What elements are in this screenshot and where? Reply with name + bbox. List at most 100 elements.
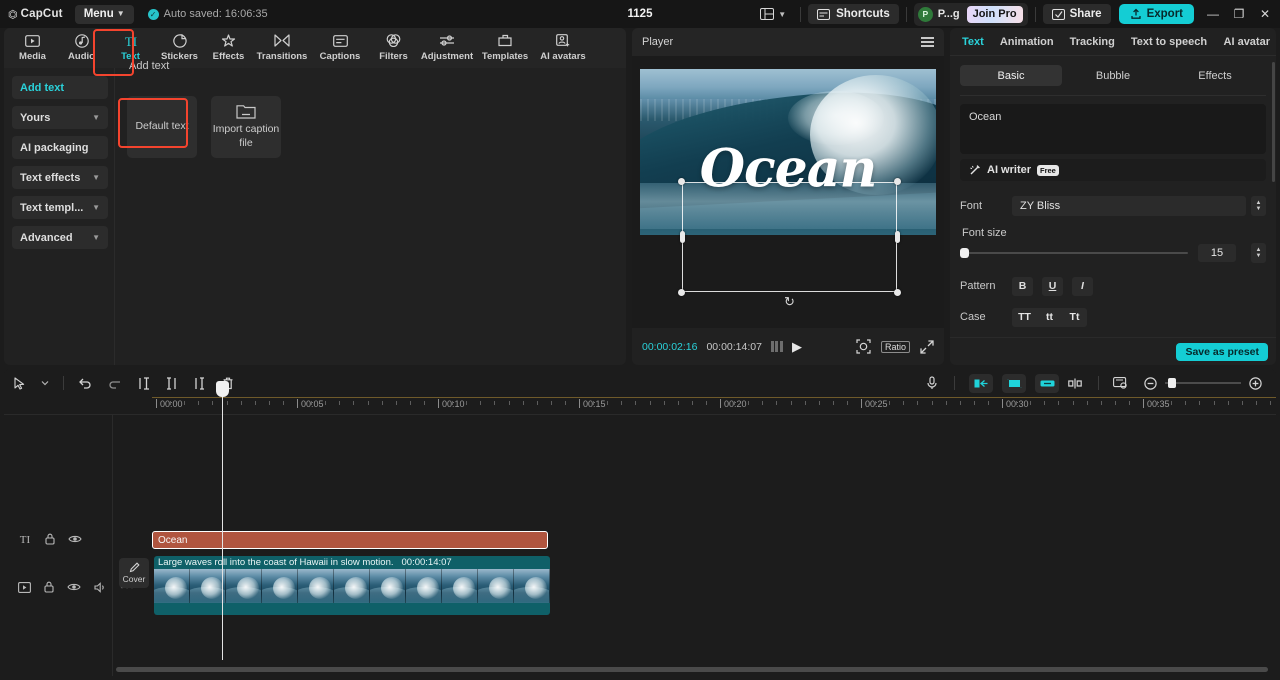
- case-group: TT tt Tt: [1012, 308, 1087, 327]
- save-as-preset-button[interactable]: Save as preset: [1176, 343, 1268, 361]
- redo-icon[interactable]: [108, 377, 122, 389]
- close-button[interactable]: ✕: [1252, 0, 1278, 28]
- category-text-templates[interactable]: Text templ... ▼: [12, 196, 108, 219]
- handle-bottom-right[interactable]: [894, 289, 901, 296]
- segment-bubble[interactable]: Bubble: [1062, 65, 1164, 86]
- text-content-input[interactable]: Ocean: [960, 104, 1266, 154]
- right-panel-scrollbar[interactable]: [1272, 62, 1275, 182]
- font-size-value[interactable]: 15: [1198, 244, 1236, 262]
- layout-button[interactable]: ▼: [753, 4, 793, 24]
- timeline-ruler[interactable]: 00:0000:0500:1000:1500:2000:2500:3000:35: [4, 397, 1276, 415]
- handle-middle-left[interactable]: [680, 231, 685, 243]
- category-advanced[interactable]: Advanced ▼: [12, 226, 108, 249]
- bold-button[interactable]: B: [1012, 277, 1033, 296]
- segment-effects[interactable]: Effects: [1164, 65, 1266, 86]
- font-stepper[interactable]: ▲▼: [1251, 196, 1266, 216]
- player-controls: 00:00:02:16 00:00:14:07 ▶ Ratio: [632, 328, 944, 365]
- preview-thumbnail-icon[interactable]: [1113, 377, 1128, 389]
- volume-icon[interactable]: [94, 582, 107, 593]
- frame-grid-icon[interactable]: [771, 341, 783, 352]
- zoom-fit-icon[interactable]: [856, 339, 871, 354]
- eye-icon[interactable]: [67, 582, 81, 592]
- tab-text-to-speech[interactable]: Text to speech: [1131, 36, 1207, 48]
- select-tool-icon[interactable]: [14, 377, 25, 390]
- zoom-slider-knob[interactable]: [1168, 378, 1176, 388]
- import-caption-file-card[interactable]: Import caption file: [211, 96, 281, 158]
- font-select[interactable]: ZY Bliss: [1012, 196, 1246, 216]
- trim-left-icon[interactable]: [166, 377, 178, 390]
- zoom-out-icon[interactable]: [1144, 377, 1157, 390]
- tab-ai-avatars[interactable]: AI avatars: [534, 28, 592, 62]
- handle-bottom-left[interactable]: [678, 289, 685, 296]
- handle-top-left[interactable]: [678, 178, 685, 185]
- tab-audio[interactable]: Audio: [57, 28, 106, 62]
- lock-icon[interactable]: [45, 533, 55, 545]
- undo-icon[interactable]: [78, 377, 92, 389]
- menu-button[interactable]: Menu ▼: [75, 5, 134, 24]
- tab-tracking[interactable]: Tracking: [1070, 36, 1115, 48]
- text-clip[interactable]: Ocean: [152, 531, 548, 549]
- maximize-button[interactable]: ❐: [1226, 0, 1252, 28]
- lock-icon[interactable]: [44, 581, 54, 593]
- profile-chip[interactable]: P P...g Join Pro: [914, 3, 1028, 26]
- tab-media[interactable]: Media: [8, 28, 57, 62]
- playhead[interactable]: [222, 390, 223, 660]
- default-text-card[interactable]: Default text: [127, 96, 197, 158]
- category-add-text[interactable]: Add text: [12, 76, 108, 99]
- auto-cut-middle-button[interactable]: [1002, 374, 1026, 393]
- player-menu-icon[interactable]: [921, 37, 934, 47]
- tab-animation[interactable]: Animation: [1000, 36, 1054, 48]
- category-ai-packaging[interactable]: AI packaging: [12, 136, 108, 159]
- handle-middle-right[interactable]: [895, 231, 900, 243]
- tab-adjustment[interactable]: Adjustment: [418, 28, 476, 62]
- segment-basic[interactable]: Basic: [960, 65, 1062, 86]
- category-yours[interactable]: Yours ▼: [12, 106, 108, 129]
- tab-transitions[interactable]: Transitions: [253, 28, 311, 62]
- titlecase-button[interactable]: Tt: [1062, 308, 1087, 327]
- lowercase-button[interactable]: tt: [1037, 308, 1062, 327]
- mirror-icon[interactable]: [1068, 378, 1082, 389]
- tab-templates[interactable]: Templates: [476, 28, 534, 62]
- eye-icon[interactable]: [68, 534, 82, 544]
- ai-writer-button[interactable]: AI writer Free: [960, 159, 1266, 181]
- captions-icon: [333, 32, 348, 49]
- tab-text-properties[interactable]: Text: [962, 36, 984, 48]
- underline-button[interactable]: U: [1042, 277, 1063, 296]
- video-clip[interactable]: Large waves roll into the coast of Hawai…: [154, 556, 550, 615]
- tab-text[interactable]: TI Text: [106, 28, 155, 62]
- handle-top-right[interactable]: [894, 178, 901, 185]
- cover-button[interactable]: Cover: [119, 558, 149, 588]
- timeline-zoom-slider[interactable]: [1165, 382, 1241, 384]
- select-tool-dropdown-icon[interactable]: [41, 380, 49, 386]
- tab-captions[interactable]: Captions: [311, 28, 369, 62]
- fullscreen-icon[interactable]: [920, 340, 934, 354]
- italic-button[interactable]: I: [1072, 277, 1093, 296]
- text-selection-box[interactable]: ↻: [682, 182, 897, 292]
- ratio-button[interactable]: Ratio: [881, 341, 910, 353]
- record-voiceover-icon[interactable]: [926, 376, 938, 390]
- font-size-stepper[interactable]: ▲▼: [1251, 243, 1266, 263]
- rotate-handle-icon[interactable]: ↻: [784, 294, 795, 310]
- play-button[interactable]: ▶: [792, 339, 802, 355]
- auto-cut-end-button[interactable]: [1035, 374, 1059, 393]
- category-text-effects[interactable]: Text effects ▼: [12, 166, 108, 189]
- shortcuts-button[interactable]: Shortcuts: [808, 4, 899, 24]
- timeline-horizontal-scrollbar[interactable]: [116, 667, 1268, 672]
- tab-effects[interactable]: Effects: [204, 28, 253, 62]
- font-size-slider[interactable]: [960, 252, 1188, 254]
- playhead-knob[interactable]: [216, 381, 229, 397]
- current-time: 00:00:02:16: [642, 341, 697, 353]
- join-pro-badge[interactable]: Join Pro: [967, 6, 1023, 23]
- tab-stickers[interactable]: Stickers: [155, 28, 204, 62]
- tab-ai-avatar[interactable]: AI avatar: [1224, 36, 1270, 48]
- split-icon[interactable]: [138, 377, 150, 390]
- minimize-button[interactable]: —: [1200, 0, 1226, 28]
- trim-right-icon[interactable]: [194, 377, 206, 390]
- slider-knob[interactable]: [960, 248, 969, 258]
- tab-filters[interactable]: Filters: [369, 28, 418, 62]
- auto-cut-start-button[interactable]: [969, 374, 993, 393]
- uppercase-button[interactable]: TT: [1012, 308, 1037, 327]
- share-button[interactable]: Share: [1043, 4, 1111, 24]
- export-button[interactable]: Export: [1119, 4, 1194, 24]
- zoom-in-icon[interactable]: [1249, 377, 1262, 390]
